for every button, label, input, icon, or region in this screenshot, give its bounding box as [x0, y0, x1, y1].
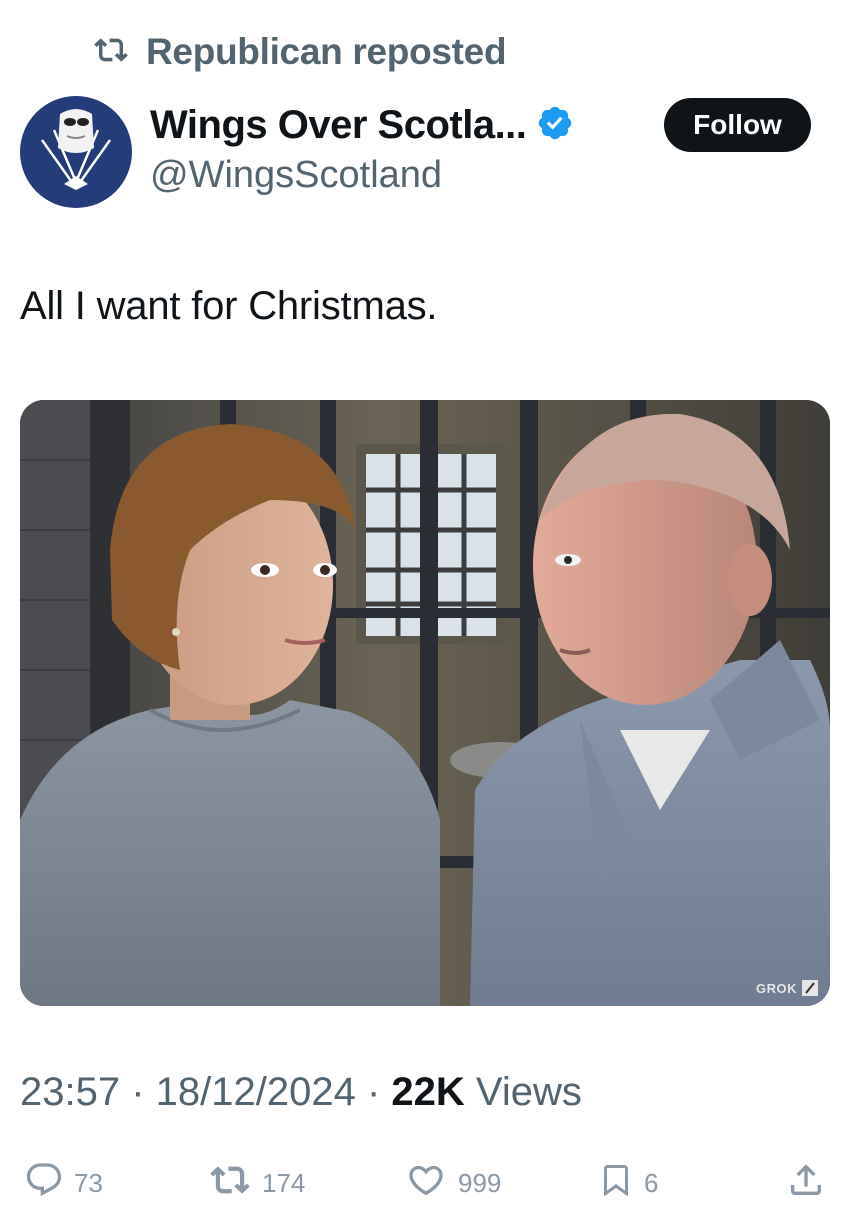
views-count: 22K [391, 1070, 465, 1114]
tweet-media-image[interactable]: GROK [20, 400, 830, 1006]
repost-icon [90, 33, 132, 72]
grok-logo-icon [802, 980, 818, 996]
tweet-date[interactable]: 18/12/2024 [156, 1070, 356, 1114]
avatar[interactable] [20, 96, 132, 208]
bookmark-count: 6 [644, 1168, 659, 1198]
follow-button[interactable]: Follow [664, 98, 811, 152]
repost-indicator[interactable]: Republican reposted [90, 30, 507, 74]
meta-separator: · [120, 1070, 156, 1114]
repost-label: Republican reposted [146, 31, 507, 72]
verified-badge-icon [536, 104, 574, 147]
grok-watermark: GROK [756, 980, 818, 996]
author-info[interactable]: Wings Over Scotla... @WingsScotland [150, 100, 574, 197]
repost-count: 174 [262, 1168, 306, 1198]
avatar-logo-icon [40, 109, 112, 191]
author-handle[interactable]: @WingsScotland [150, 154, 574, 197]
reply-count: 73 [74, 1168, 103, 1198]
prison-scene-image [20, 400, 830, 1006]
tweet-meta: 23:57 · 18/12/2024 · 22K Views [20, 1070, 582, 1115]
like-count: 999 [458, 1168, 502, 1198]
watermark-label: GROK [756, 980, 797, 996]
author-name[interactable]: Wings Over Scotla... [150, 103, 527, 148]
views-label: Views [464, 1070, 582, 1114]
meta-separator: · [355, 1070, 392, 1114]
action-bar: 73 174 999 6 [0, 1160, 850, 1200]
tweet-time[interactable]: 23:57 [20, 1070, 120, 1114]
tweet-text: All I want for Christmas. [20, 284, 438, 328]
